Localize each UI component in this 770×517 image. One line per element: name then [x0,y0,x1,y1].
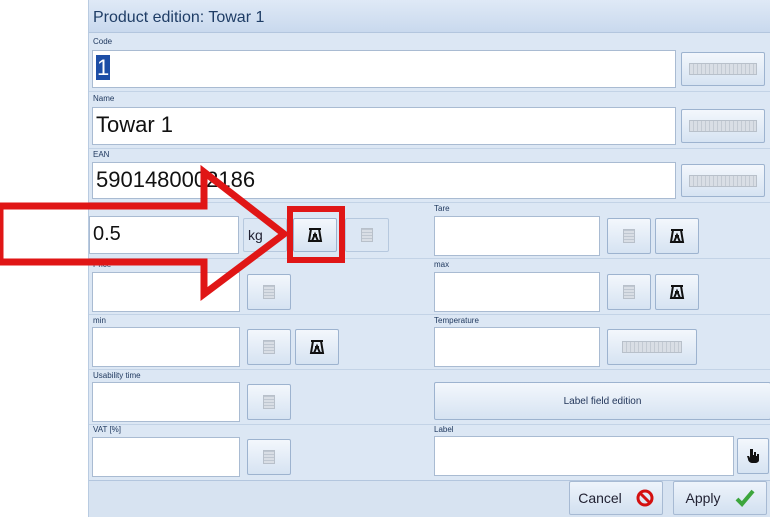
annotation-arrow [0,164,290,301]
annotation-overlay [0,164,290,301]
highlight-rectangle [287,206,345,263]
